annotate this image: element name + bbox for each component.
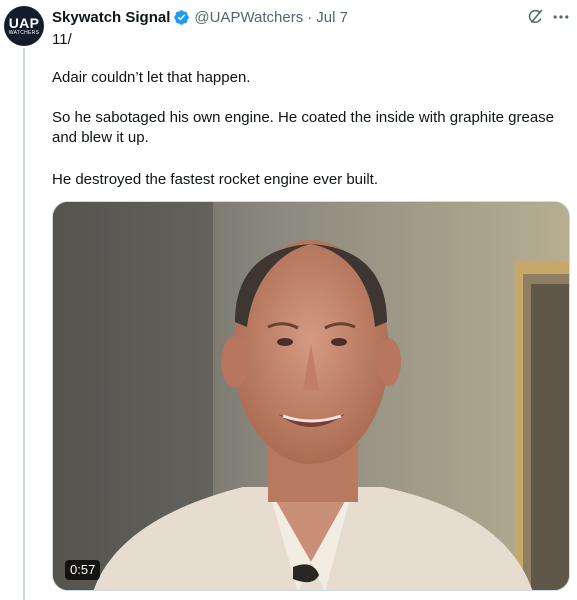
verified-badge-icon xyxy=(173,9,190,26)
video-thumbnail xyxy=(53,202,569,590)
grok-icon[interactable] xyxy=(524,6,546,28)
video-player[interactable]: 0:57 xyxy=(52,201,570,591)
tweet-date[interactable]: Jul 7 xyxy=(316,9,348,26)
more-horizontal-icon[interactable] xyxy=(550,6,572,28)
author-handle[interactable]: @UAPWatchers xyxy=(194,9,303,26)
tweet-paragraph: He destroyed the fastest rocket engine e… xyxy=(52,171,379,188)
thread-connector-line xyxy=(23,48,25,600)
tweet-header: Skywatch Signal @UAPWatchers · Jul 7 xyxy=(52,7,348,27)
tweet-paragraph: Adair couldn’t let that happen. xyxy=(52,69,251,86)
thread-number: 11/ xyxy=(52,31,72,48)
tweet-paragraph: So he sabotaged his own engine. He coate… xyxy=(52,109,555,146)
author-display-name[interactable]: Skywatch Signal xyxy=(52,9,170,26)
avatar-text: UAP xyxy=(8,15,40,31)
avatar[interactable]: UAP WATCHERS xyxy=(4,6,44,46)
avatar-subtext: WATCHERS xyxy=(8,30,40,36)
video-duration: 0:57 xyxy=(65,560,101,580)
separator-dot: · xyxy=(307,8,313,26)
